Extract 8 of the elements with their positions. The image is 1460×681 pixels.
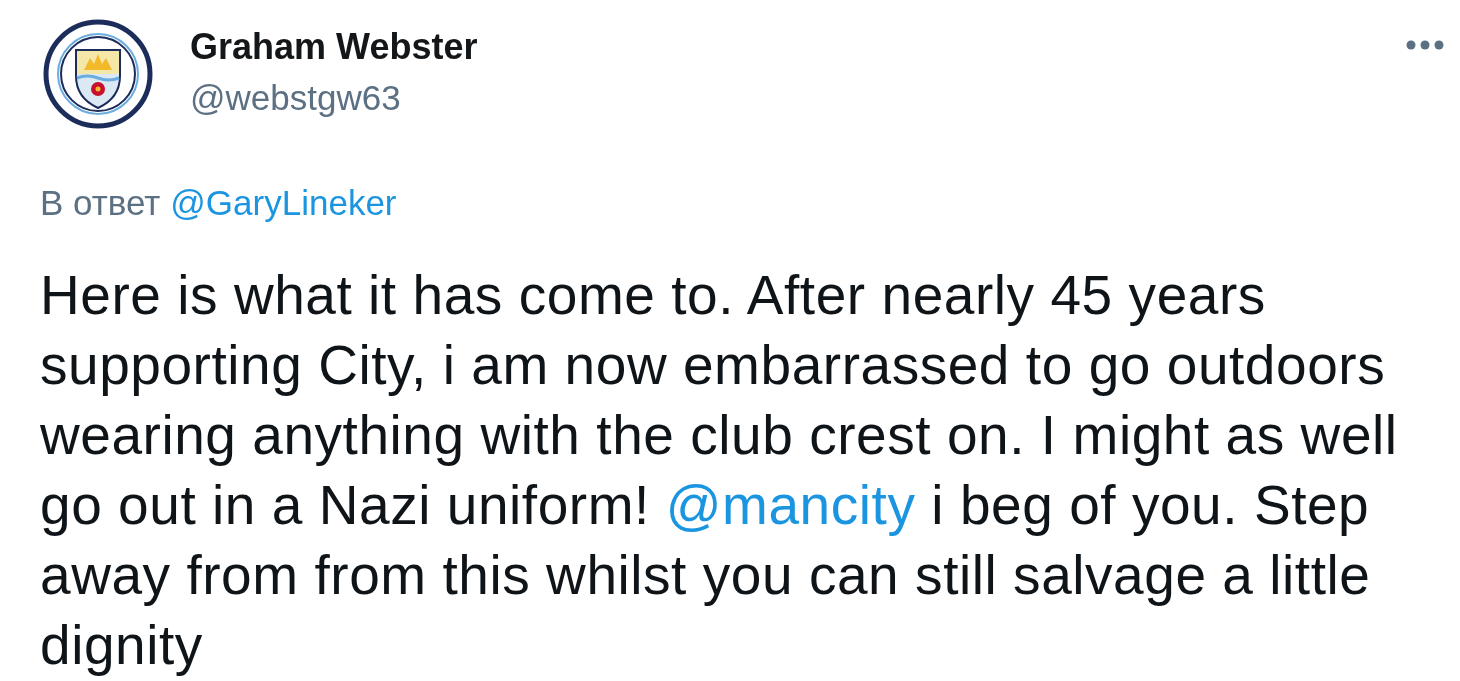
reply-label: В ответ xyxy=(40,182,161,224)
author-handle[interactable]: @webstgw63 xyxy=(190,76,478,120)
avatar-crest-icon xyxy=(42,18,154,130)
author-name[interactable]: Graham Webster xyxy=(190,25,478,69)
mention-link[interactable]: @mancity xyxy=(665,474,916,536)
tweet-text: Here is what it has come to. After nearly 45 years supporting City, i am now embarrassed to go outdoors wearing anything with the club crest on. I might as well go out in a Nazi uniform! @mancity i beg of you. Step away from from this whilst you can still salvage a little dignity xyxy=(39,263,1399,678)
more-icon[interactable] xyxy=(1406,40,1444,50)
mention-link[interactable]: @GaryLineker xyxy=(170,181,397,225)
